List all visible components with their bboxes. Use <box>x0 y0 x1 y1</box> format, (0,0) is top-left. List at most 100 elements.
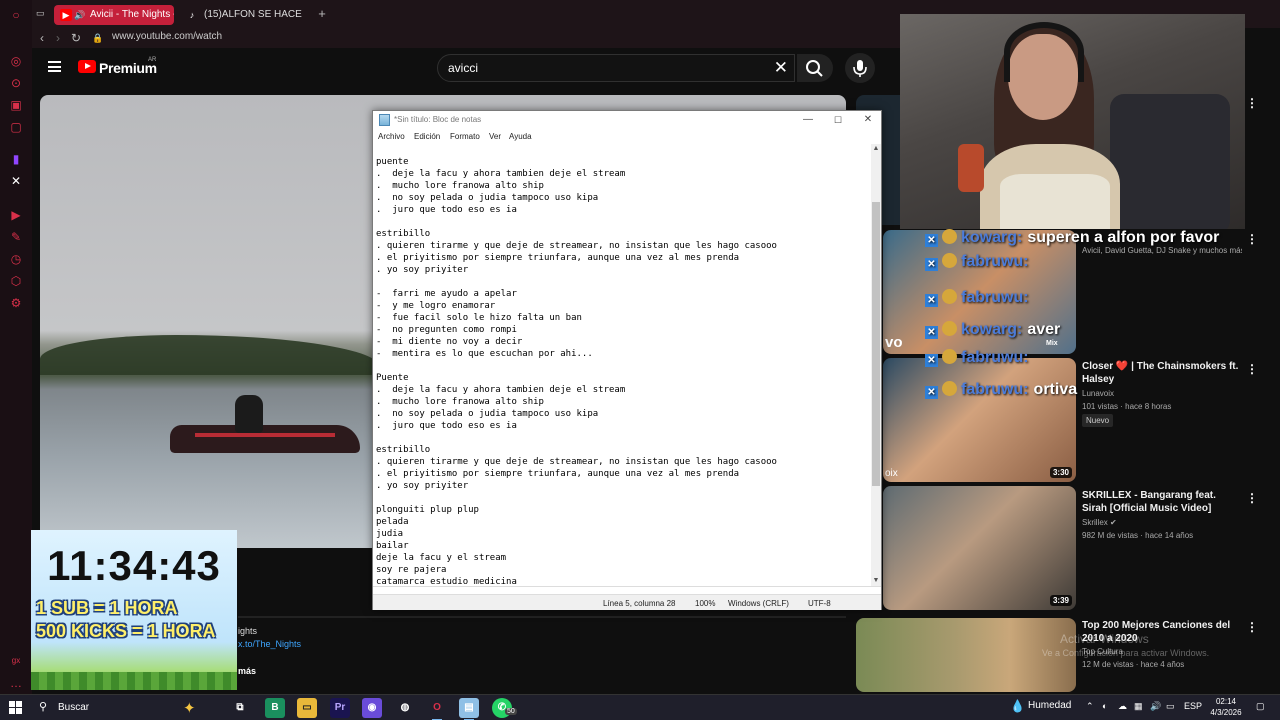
youtube-logo-icon[interactable] <box>78 60 96 73</box>
network-icon[interactable]: ▦ <box>1134 701 1143 712</box>
show-more-link[interactable]: más <box>238 666 256 676</box>
notepad-line: . no soy pelada o judia tampoco uso kipa <box>376 193 599 203</box>
rec-thumbnail-skrillex[interactable]: 3:39 <box>883 486 1076 610</box>
description-link[interactable]: x.to/The_Nights <box>238 639 301 649</box>
scroll-thumb[interactable] <box>872 202 880 486</box>
opera-sidebar: ○ ◎ ⊙ ▣ ▢ ▮ ✕ ▶ ✎ ◷ ⬡ ⚙ gx … <box>0 0 32 694</box>
menu-ayuda[interactable]: Ayuda <box>509 132 532 141</box>
volume-icon[interactable]: 🔊 <box>1150 701 1161 712</box>
notepad-line: - y me logro enamorar <box>376 301 496 311</box>
rec-title[interactable]: SKRILLEX - Bangarang feat. Sirah [Offici… <box>1082 489 1242 515</box>
notepad-line: . juro que todo eso es ia <box>376 205 517 215</box>
taskbar-search[interactable]: ⚲ Buscar ✦ <box>33 697 221 719</box>
tray-app-icon[interactable]: ◐ <box>1102 701 1107 711</box>
settings-icon[interactable]: ⚙ <box>9 296 23 310</box>
extensions-icon[interactable]: ⬡ <box>9 274 23 288</box>
x-icon[interactable]: ✕ <box>9 174 23 188</box>
tab-tiktok[interactable]: ♪ (15)ALFON SE HACE EL M <box>180 5 305 25</box>
sparkle-icon: ✦ <box>183 700 196 717</box>
discord-icon[interactable]: ◉ <box>362 698 382 718</box>
opera-logo-icon[interactable]: ○ <box>9 8 23 22</box>
pin-icon[interactable]: ✎ <box>9 230 23 244</box>
notepad-line: deje la facu y el stream <box>376 553 507 563</box>
task-view-icon[interactable]: ⧉ <box>230 698 250 718</box>
workspace-icon[interactable]: ▭ <box>36 8 48 20</box>
history-icon[interactable]: ◷ <box>9 252 23 266</box>
speed-dial-icon[interactable]: ◎ <box>9 54 23 68</box>
cloud-icon[interactable]: ☁ <box>1118 701 1127 712</box>
notepad-titlebar[interactable]: *Sin título: Bloc de notas — ☐ ✕ <box>373 111 881 129</box>
weather-label[interactable]: Humedad <box>1028 700 1071 711</box>
menu-formato[interactable]: Formato <box>450 132 480 141</box>
maximize-button[interactable]: ☐ <box>829 113 847 127</box>
opera-gx-icon[interactable]: O <box>427 698 447 720</box>
tab-label: (15)ALFON SE HACE EL M <box>204 9 305 20</box>
rec-channel[interactable]: Skrillex ✔ <box>1082 518 1242 527</box>
gx-icon[interactable]: gx <box>9 654 23 668</box>
menu-edicion[interactable]: Edición <box>414 132 440 141</box>
chat-text: superen a alfon por favor <box>1027 229 1220 246</box>
emote-icon <box>942 321 957 336</box>
notepad-taskbar-icon[interactable]: ▤ <box>459 698 479 720</box>
mail-icon[interactable]: ▢ <box>9 120 23 134</box>
search-input[interactable]: avicci ✕ <box>437 54 795 82</box>
close-button[interactable]: ✕ <box>859 113 877 127</box>
more-icon[interactable]: … <box>9 676 23 690</box>
notification-icon[interactable]: ▢ <box>1256 701 1265 712</box>
clear-icon[interactable]: ✕ <box>774 58 788 78</box>
battery-icon[interactable]: ▭ <box>1166 701 1175 712</box>
menu-ver[interactable]: Ver <box>489 132 501 141</box>
premiere-icon[interactable]: Pr <box>330 698 350 718</box>
minimize-button[interactable]: — <box>799 113 817 127</box>
clock-date: 4/3/2026 <box>1210 708 1242 717</box>
scroll-up-icon[interactable]: ▲ <box>872 145 880 153</box>
language-indicator[interactable]: ESP <box>1184 701 1202 711</box>
forward-button[interactable]: › <box>50 30 66 46</box>
tray-overflow-icon[interactable]: ⌃ <box>1086 701 1094 712</box>
messenger-icon[interactable]: ▣ <box>9 98 23 112</box>
scroll-down-icon[interactable]: ▼ <box>872 577 880 585</box>
obs-icon[interactable]: ◍ <box>395 698 415 718</box>
chat-message: ✕ kowarg: superen a alfon por favor <box>925 228 1219 248</box>
activation-watermark-title: Activar Windows <box>1060 632 1149 646</box>
more-options-icon[interactable]: ⋮ <box>1246 362 1258 376</box>
notepad-window[interactable]: *Sin título: Bloc de notas — ☐ ✕ Archivo… <box>372 110 882 610</box>
chat-message: ✕ fabruwu: <box>925 288 1034 308</box>
taskbar-clock[interactable]: 02:14 4/3/2026 <box>1204 696 1248 718</box>
windows-start-icon[interactable] <box>9 701 22 714</box>
rec-channel-name: Skrillex <box>1082 518 1108 527</box>
twitch-icon[interactable]: ▮ <box>9 152 23 166</box>
app-b-icon[interactable]: B <box>265 698 285 718</box>
search-button[interactable] <box>797 54 833 82</box>
url-field[interactable]: www.youtube.com/watch <box>112 31 222 42</box>
speaker-icon[interactable]: 🔊 <box>74 5 86 25</box>
back-button[interactable]: ‹ <box>34 30 50 46</box>
menu-icon[interactable] <box>48 61 61 72</box>
more-options-icon[interactable]: ⋮ <box>1246 232 1258 246</box>
vertical-scrollbar[interactable]: ▲ ▼ <box>871 144 881 586</box>
notepad-line: estribillo <box>376 445 431 455</box>
mod-badge-icon: ✕ <box>925 258 938 271</box>
more-options-icon[interactable]: ⋮ <box>1246 491 1258 505</box>
menu-archivo[interactable]: Archivo <box>378 132 405 141</box>
webcam-lamp <box>958 144 984 192</box>
more-options-icon[interactable]: ⋮ <box>1246 96 1258 110</box>
mod-badge-icon: ✕ <box>925 326 938 339</box>
chat-username: fabruwu: <box>961 349 1029 366</box>
more-options-icon[interactable]: ⋮ <box>1246 620 1258 634</box>
notepad-text-area[interactable]: puente . deje la facu y ahora tambien dej… <box>376 156 866 584</box>
notepad-line: . el priyitismo por siempre triunfara, a… <box>376 253 740 263</box>
new-tab-button[interactable]: + <box>314 6 330 22</box>
player-icon[interactable]: ▶ <box>9 208 23 222</box>
region-label: AR <box>148 57 157 63</box>
overlay-thumb-label: oix <box>885 468 898 479</box>
notepad-line: - fue facil solo le hizo falta un ban <box>376 313 582 323</box>
timer-grass <box>31 672 237 690</box>
notepad-line: - no pregunten como rompi <box>376 325 517 335</box>
reload-button[interactable]: ↻ <box>68 30 84 46</box>
timer-rule-kicks: 500 KICKS = 1 HORA <box>36 621 216 641</box>
tab-youtube[interactable]: ▶ 🔊 Avicii - The Nights - Yo <box>54 5 174 25</box>
file-explorer-icon[interactable]: ▭ <box>297 698 317 718</box>
voice-search-button[interactable] <box>845 53 875 83</box>
aria-icon[interactable]: ⊙ <box>9 76 23 90</box>
